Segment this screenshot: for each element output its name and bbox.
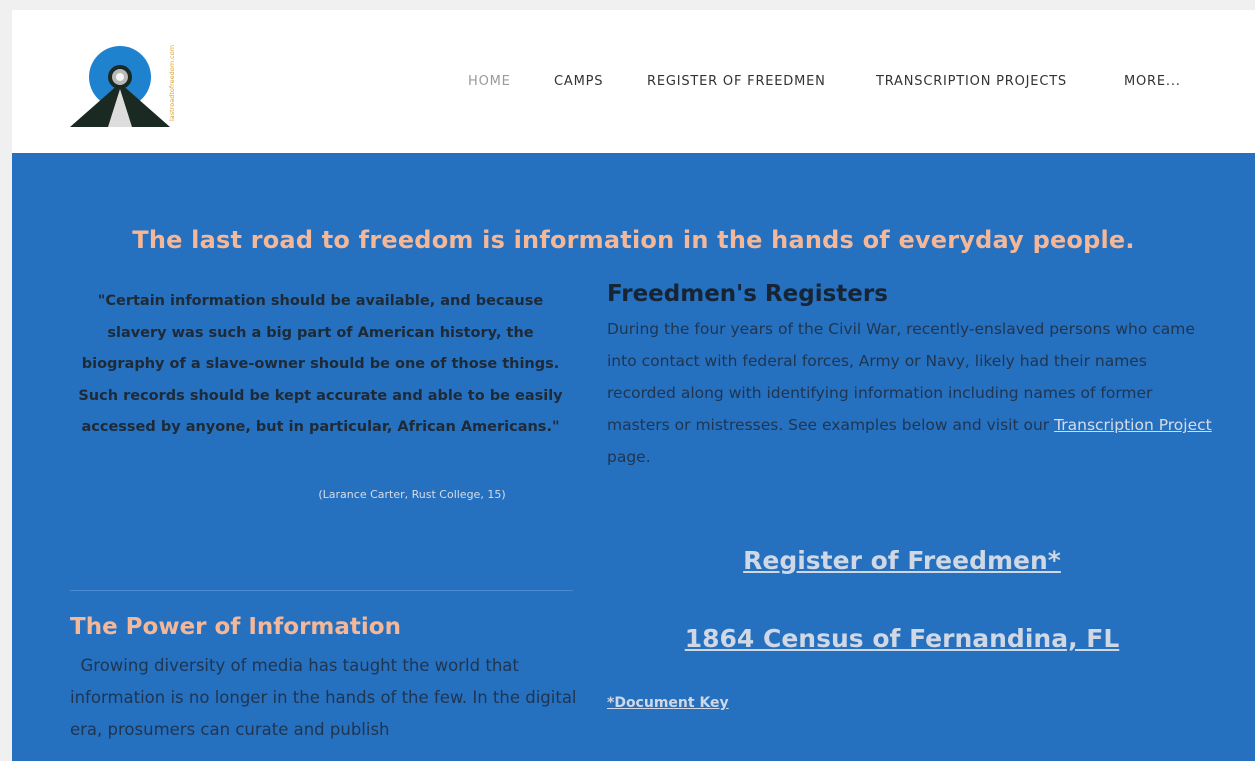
census-fernandina-link[interactable]: 1864 Census of Fernandina, FL: [572, 624, 1232, 653]
nav-transcription-projects[interactable]: TRANSCRIPTION PROJECTS: [876, 74, 1067, 89]
nav-home[interactable]: HOME: [468, 74, 511, 89]
registers-heading: Freedmen's Registers: [607, 281, 888, 307]
nav-camps[interactable]: CAMPS: [554, 74, 603, 89]
page-frame: lastroadtofreedom.com HOME CAMPS REGISTE…: [12, 10, 1255, 761]
registers-body-end: page.: [607, 448, 651, 466]
main-nav: HOME CAMPS REGISTER OF FREEDMEN TRANSCRI…: [12, 74, 1255, 94]
section-divider: [70, 590, 573, 591]
document-key-link[interactable]: *Document Key: [607, 695, 729, 711]
main-content: The last road to freedom is information …: [12, 153, 1255, 761]
transcription-project-link[interactable]: Transcription Project: [1054, 416, 1212, 434]
register-of-freedmen-link[interactable]: Register of Freedmen*: [572, 546, 1232, 575]
power-body: Growing diversity of media has taught th…: [70, 650, 580, 746]
registers-body: During the four years of the Civil War, …: [607, 313, 1217, 473]
hero-tagline: The last road to freedom is information …: [132, 226, 1135, 254]
quote-text: "Certain information should be available…: [78, 293, 563, 435]
quote-attribution: (Larance Carter, Rust College, 15): [318, 488, 506, 501]
nav-register-of-freedmen[interactable]: REGISTER OF FREEDMEN: [647, 74, 826, 89]
site-header: lastroadtofreedom.com HOME CAMPS REGISTE…: [12, 10, 1255, 153]
power-body-text: Growing diversity of media has taught th…: [70, 656, 577, 739]
nav-more[interactable]: MORE...: [1124, 74, 1181, 89]
power-heading: The Power of Information: [70, 614, 401, 640]
